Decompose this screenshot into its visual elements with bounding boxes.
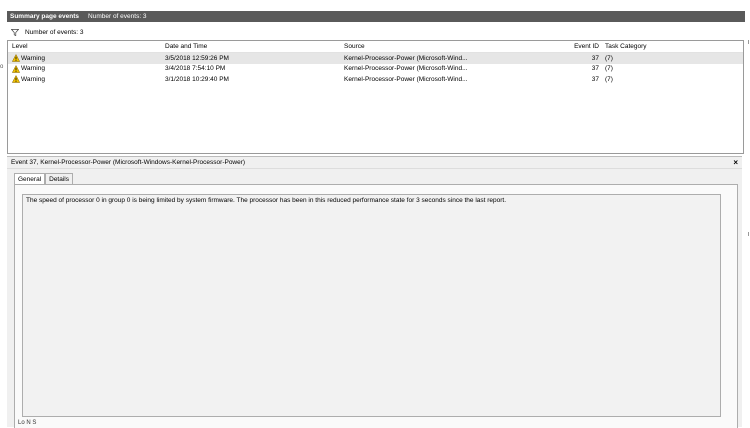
row-date: 3/4/2018 7:54:10 PM [165, 65, 226, 72]
table-row[interactable]: Warning 3/1/2018 10:29:40 PM Kernel-Proc… [8, 74, 743, 85]
warning-icon [12, 64, 20, 73]
warning-icon [12, 75, 20, 83]
row-event-id: 37 [591, 54, 599, 62]
col-level[interactable]: Level [12, 43, 28, 50]
event-message: The speed of processor 0 in group 0 is b… [26, 197, 507, 204]
row-task: (7) [605, 65, 613, 72]
col-event-id[interactable]: Event ID [548, 43, 599, 50]
scrollbar-edge [748, 232, 749, 236]
list-header: Level Date and Time Source Event ID Task… [8, 41, 743, 53]
scrollbar-edge [748, 40, 749, 44]
event-message-box[interactable]: The speed of processor 0 in group 0 is b… [22, 194, 721, 417]
detail-fields-partial: Lo N S [18, 420, 37, 426]
event-detail-header: Event 37, Kernel-Processor-Power (Micros… [7, 156, 742, 169]
funnel-icon[interactable] [11, 28, 19, 36]
general-tab-content: The speed of processor 0 in group 0 is b… [14, 184, 738, 428]
col-date[interactable]: Date and Time [165, 43, 207, 50]
left-edge-mark: o [0, 64, 4, 70]
row-level: Warning [21, 75, 45, 83]
close-icon[interactable]: × [733, 158, 738, 167]
warning-icon [12, 54, 20, 62]
table-row[interactable]: Warning 3/4/2018 7:54:10 PM Kernel-Proce… [8, 64, 743, 75]
row-level: Warning [21, 65, 45, 72]
summary-title: Summary page events [10, 13, 80, 20]
col-task[interactable]: Task Category [605, 43, 647, 50]
row-source: Kernel-Processor-Power (Microsoft-Wind..… [344, 65, 468, 72]
col-source[interactable]: Source [344, 43, 365, 50]
row-date: 3/5/2018 12:59:26 PM [165, 54, 229, 62]
detail-tabs: General Details [14, 173, 73, 186]
row-source: Kernel-Processor-Power (Microsoft-Wind..… [344, 75, 468, 83]
row-level: Warning [21, 54, 45, 62]
row-source: Kernel-Processor-Power (Microsoft-Wind..… [344, 54, 468, 62]
table-row[interactable]: Warning 3/5/2018 12:59:26 PM Kernel-Proc… [8, 53, 743, 64]
summary-count: Number of events: 3 [88, 13, 147, 20]
event-detail-title: Event 37, Kernel-Processor-Power (Micros… [11, 159, 246, 166]
row-task: (7) [605, 75, 613, 83]
event-detail-panel: General Details The speed of processor 0… [7, 169, 742, 428]
events-list: Level Date and Time Source Event ID Task… [7, 40, 744, 154]
filter-label: Number of events: 3 [25, 28, 84, 36]
row-event-id: 37 [591, 75, 599, 83]
summary-title-bar: Summary page events Number of events: 3 [7, 11, 745, 22]
filter-bar: Number of events: 3 [7, 26, 745, 38]
row-event-id: 37 [591, 65, 599, 72]
row-date: 3/1/2018 10:29:40 PM [165, 75, 229, 83]
row-task: (7) [605, 54, 613, 62]
